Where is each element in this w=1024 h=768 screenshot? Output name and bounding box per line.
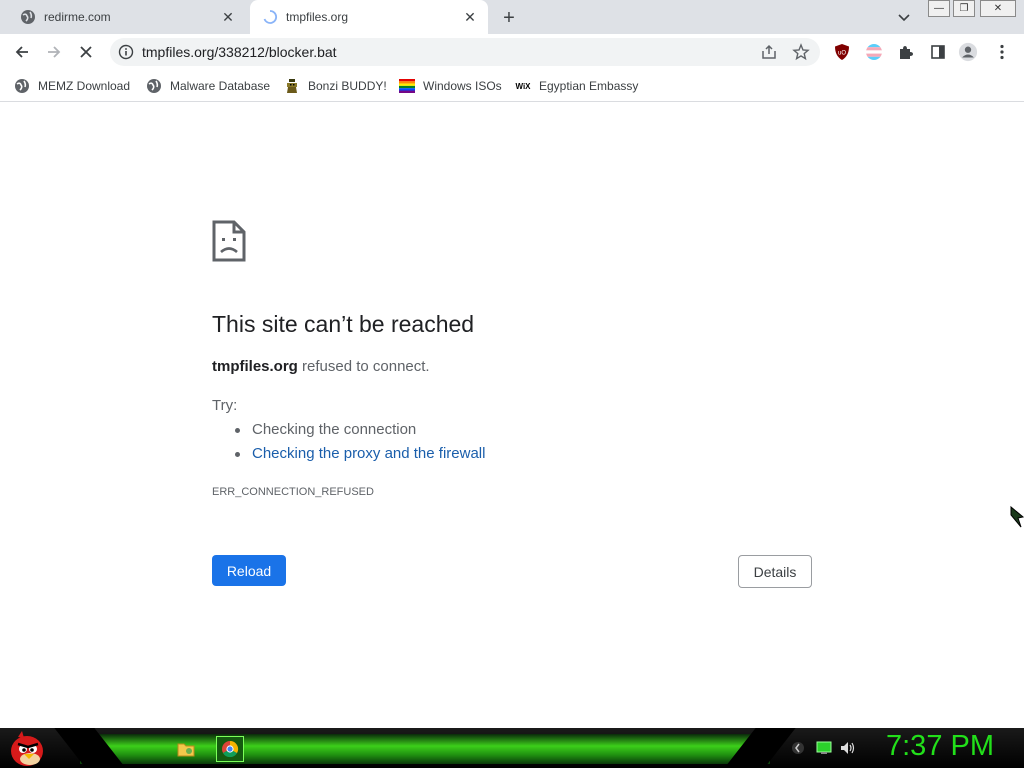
forward-button[interactable] [42,40,66,64]
bookmark-malware-database[interactable]: Malware Database [146,76,270,96]
bookmark-label: Egyptian Embassy [539,79,639,93]
tab-close-icon[interactable]: ✕ [218,7,238,27]
share-icon[interactable] [760,43,778,61]
bookmark-label: Bonzi BUDDY! [308,79,387,93]
details-button[interactable]: Details [738,555,812,588]
bookmark-star-icon[interactable] [792,43,810,61]
cursor-icon [1010,505,1024,535]
globe-icon [20,9,36,25]
bookmarks-bar: MEMZ Download Malware Database Bonzi BUD… [0,70,1024,102]
tab-close-icon[interactable]: ✕ [460,7,480,27]
bookmark-egyptian-embassy[interactable]: WiX Egyptian Embassy [515,76,638,96]
screen: redirme.com ✕ tmpfiles.org ✕ + — ❐ ✕ tmp… [0,0,1024,768]
restore-button[interactable]: ❐ [953,0,975,17]
stop-loading-button[interactable] [74,40,98,64]
close-window-button[interactable]: ✕ [980,0,1016,17]
tab-search-chevron-icon[interactable] [894,8,914,28]
svg-text:uO: uO [838,51,846,57]
error-host: tmpfiles.org [212,358,298,375]
reload-button[interactable]: Reload [212,555,286,586]
tab-title: redirme.com [44,10,111,24]
rainbow-flag-icon [399,78,415,94]
bookmark-windows-isos[interactable]: Windows ISOs [399,76,502,96]
bookmark-memz[interactable]: MEMZ Download [14,76,130,96]
error-description: tmpfiles.org refused to connect. [212,358,430,375]
globe-icon [146,78,162,94]
wix-icon: WiX [515,81,531,91]
bullet [235,452,240,457]
error-description-text: refused to connect. [297,358,430,375]
sad-document-icon [212,220,246,262]
bookmark-label: MEMZ Download [38,79,131,93]
extensions-puzzle-icon[interactable] [896,42,916,62]
url-text[interactable]: tmpfiles.org/338212/blocker.bat [142,44,337,60]
new-tab-button[interactable]: + [498,7,520,29]
profile-avatar-icon[interactable] [958,42,978,62]
bookmark-bonzi-buddy[interactable]: Bonzi BUDDY! [284,76,387,96]
menu-kebab-icon[interactable] [992,42,1012,62]
error-title: This site can’t be reached [212,311,475,337]
bonzi-icon [284,78,300,94]
try-label: Try: [212,397,238,414]
taskbar: 7:37 PM [0,728,1024,768]
tab-title: tmpfiles.org [286,10,349,24]
tray-chevron-icon[interactable] [790,740,806,756]
network-monitor-icon[interactable] [816,740,832,756]
error-code: ERR_CONNECTION_REFUSED [212,486,374,498]
extension-flag-icon[interactable] [864,42,884,62]
close-icon [80,46,92,58]
tab-strip: redirme.com ✕ tmpfiles.org ✕ + — ❐ ✕ [0,0,1024,34]
ublock-origin-icon[interactable]: uO [832,42,852,62]
chrome-icon[interactable] [216,736,244,762]
bullet [235,428,240,433]
loading-spinner-icon [262,9,278,25]
globe-icon [14,78,30,94]
arrow-right-icon [48,46,61,58]
address-bar[interactable]: tmpfiles.org/338212/blocker.bat [110,38,820,66]
folder-icon[interactable] [172,736,200,762]
side-panel-icon[interactable] [928,42,948,62]
suggestion-check-connection: Checking the connection [252,421,417,438]
suggestion-check-proxy-link[interactable]: Checking the proxy and the firewall [252,445,485,462]
taskbar-clock[interactable]: 7:37 PM [886,730,994,763]
start-button-angry-bird-icon[interactable] [6,729,48,767]
volume-icon[interactable] [840,740,856,756]
error-page: This site can’t be reached tmpfiles.org … [0,103,1024,728]
info-icon[interactable] [118,44,134,60]
bookmark-label: Windows ISOs [423,79,502,93]
bookmark-label: Malware Database [170,79,271,93]
tab-redirme[interactable]: redirme.com ✕ [8,0,246,34]
minimize-button[interactable]: — [928,0,950,17]
tab-tmpfiles[interactable]: tmpfiles.org ✕ [250,0,488,34]
arrow-left-icon [15,46,28,58]
back-button[interactable] [10,40,34,64]
